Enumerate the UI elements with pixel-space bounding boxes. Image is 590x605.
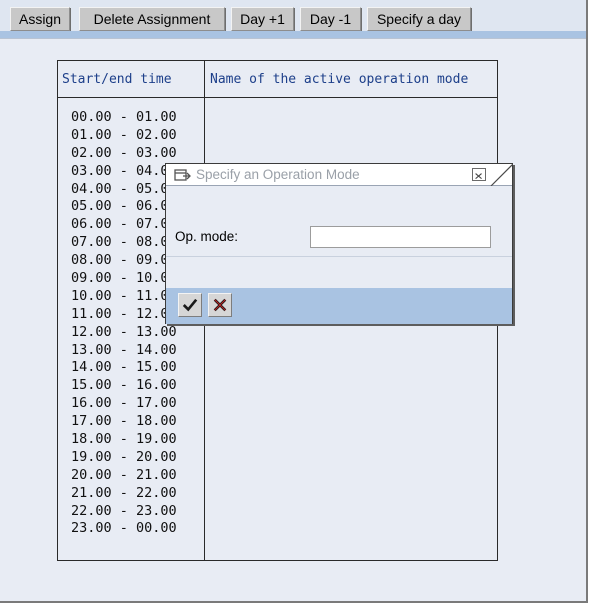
close-icon [475,173,482,180]
time-slot-row[interactable]: 09.00 - 10.00 [71,270,177,288]
column-header-operation-mode[interactable]: Name of the active operation mode [210,72,468,87]
specify-a-day-button[interactable]: Specify a day [367,7,471,31]
time-slot-row[interactable]: 13.00 - 14.00 [71,342,177,360]
time-slot-row[interactable]: 14.00 - 15.00 [71,359,177,377]
time-slot-row[interactable]: 21.00 - 22.00 [71,485,177,503]
dialog-title-bar[interactable]: Specify an Operation Mode [166,164,513,186]
time-slot-row[interactable]: 15.00 - 16.00 [71,377,177,395]
dialog-button-bar [166,288,512,324]
application-toolbar: Assign Delete Assignment Day +1 Day -1 S… [0,0,586,39]
day-minus-one-button[interactable]: Day -1 [300,7,361,31]
column-header-start-end-time[interactable]: Start/end time [62,72,172,87]
time-slot-row[interactable]: 03.00 - 04.00 [71,163,177,181]
time-slot-list: 00.00 - 01.00 01.00 - 02.00 02.00 - 03.00 0… [71,109,177,538]
cancel-icon [213,298,227,312]
time-slot-row[interactable]: 11.00 - 12.00 [71,306,177,324]
time-slot-row[interactable]: 00.00 - 01.00 [71,109,177,127]
specify-operation-mode-dialog: Specify an Operation Mode Op. mode: [165,163,513,324]
cancel-button[interactable] [208,293,232,317]
time-slot-row[interactable]: 02.00 - 03.00 [71,145,177,163]
day-plus-one-button[interactable]: Day +1 [231,7,294,31]
dialog-separator [166,256,512,257]
op-mode-input[interactable] [310,226,491,248]
header-divider [58,97,497,98]
continue-button[interactable] [178,293,202,317]
checkmark-icon [182,298,198,312]
time-slot-row[interactable]: 08.00 - 09.00 [71,252,177,270]
close-button[interactable] [472,168,486,181]
dialog-title: Specify an Operation Mode [196,167,360,182]
assign-button[interactable]: Assign [10,7,70,31]
time-slot-row[interactable]: 05.00 - 06.00 [71,198,177,216]
time-slot-row[interactable]: 16.00 - 17.00 [71,395,177,413]
title-corner-decoration [490,164,513,186]
delete-assignment-button[interactable]: Delete Assignment [79,7,225,31]
time-slot-row[interactable]: 17.00 - 18.00 [71,413,177,431]
main-window: Assign Delete Assignment Day +1 Day -1 S… [0,0,588,603]
toolbar-stripe [0,31,586,38]
time-slot-row[interactable]: 23.00 - 00.00 [71,520,177,538]
time-slot-row[interactable]: 10.00 - 11.00 [71,288,177,306]
time-slot-row[interactable]: 06.00 - 07.00 [71,216,177,234]
time-slot-row[interactable]: 12.00 - 13.00 [71,324,177,342]
time-slot-row[interactable]: 01.00 - 02.00 [71,127,177,145]
time-slot-row[interactable]: 20.00 - 21.00 [71,467,177,485]
time-slot-row[interactable]: 22.00 - 23.00 [71,503,177,521]
op-mode-label: Op. mode: [175,229,239,244]
time-slot-row[interactable]: 18.00 - 19.00 [71,431,177,449]
window-icon [174,169,191,181]
time-slot-row[interactable]: 07.00 - 08.00 [71,234,177,252]
time-slot-row[interactable]: 04.00 - 05.00 [71,181,177,199]
time-slot-row[interactable]: 19.00 - 20.00 [71,449,177,467]
